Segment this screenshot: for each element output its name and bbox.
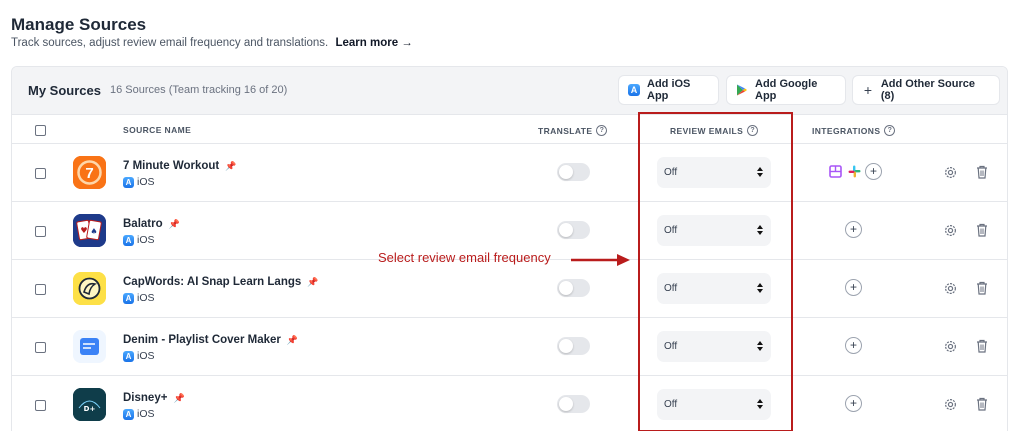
- add-integration-button[interactable]: +: [845, 337, 862, 354]
- add-integration-button[interactable]: +: [845, 221, 862, 238]
- platform-label: iOS: [137, 408, 155, 420]
- app-icon-balatro: ♥ ♠: [73, 214, 106, 247]
- help-icon[interactable]: ?: [596, 125, 608, 136]
- svg-text:♥: ♥: [80, 226, 87, 235]
- select-all-checkbox[interactable]: [35, 125, 46, 136]
- app-icon-disney-plus: D+: [73, 388, 106, 421]
- platform-label: iOS: [137, 234, 155, 246]
- table-row: CapWords: AI Snap Learn Langs 📌 A iOS Of…: [12, 259, 1007, 317]
- gear-icon[interactable]: [943, 281, 958, 296]
- platform-badge: A iOS: [123, 350, 155, 362]
- translate-toggle[interactable]: [557, 337, 590, 355]
- table-row: D+ Disney+ 📌 A iOS Off +: [12, 375, 1007, 431]
- app-store-icon: A: [628, 84, 640, 96]
- add-ios-app-button[interactable]: A Add iOS App: [618, 75, 719, 105]
- plus-icon: +: [863, 82, 873, 98]
- card-header: My Sources 16 Sources (Team tracking 16 …: [12, 67, 1007, 115]
- platform-label: iOS: [137, 176, 155, 188]
- page-title: Manage Sources: [11, 15, 147, 34]
- pin-icon[interactable]: 📌: [307, 277, 318, 288]
- row-checkbox[interactable]: [35, 226, 46, 237]
- add-ios-label: Add iOS App: [647, 78, 691, 102]
- pin-icon[interactable]: 📌: [169, 219, 180, 230]
- platform-label: iOS: [137, 292, 155, 304]
- add-integration-button[interactable]: +: [865, 163, 882, 180]
- page-subtitle: Track sources, adjust review email frequ…: [11, 37, 413, 49]
- column-translate: TRANSLATE ?: [538, 125, 608, 136]
- app-store-icon: A: [123, 408, 134, 420]
- pin-icon[interactable]: 📌: [287, 335, 298, 346]
- table-row: Denim - Playlist Cover Maker 📌 A iOS Off…: [12, 317, 1007, 375]
- annotation-text: Select review email frequency: [378, 250, 551, 265]
- trash-icon[interactable]: [976, 397, 988, 411]
- source-name-text: 7 Minute Workout: [123, 160, 220, 172]
- app-store-icon: A: [123, 350, 134, 362]
- gear-icon[interactable]: [943, 165, 958, 180]
- app-store-icon: A: [123, 176, 134, 188]
- source-name[interactable]: Disney+ 📌: [123, 392, 185, 404]
- source-name-text: Disney+: [123, 392, 168, 404]
- translate-toggle[interactable]: [557, 163, 590, 181]
- pin-icon[interactable]: 📌: [173, 393, 184, 404]
- source-name[interactable]: 7 Minute Workout 📌: [123, 160, 236, 172]
- add-google-app-button[interactable]: Add Google App: [726, 75, 846, 105]
- review-emails-highlight: [638, 112, 793, 431]
- platform-badge: A iOS: [123, 176, 155, 188]
- app-store-icon: A: [123, 292, 134, 304]
- source-name[interactable]: Denim - Playlist Cover Maker 📌: [123, 334, 298, 346]
- card-title: My Sources: [28, 83, 101, 98]
- add-other-label: Add Other Source (8): [880, 78, 975, 102]
- gear-icon[interactable]: [943, 397, 958, 412]
- gear-icon[interactable]: [943, 223, 958, 238]
- source-name[interactable]: CapWords: AI Snap Learn Langs 📌: [123, 276, 319, 288]
- google-play-icon: [736, 84, 748, 96]
- app-icon-capwords: [73, 272, 106, 305]
- row-checkbox[interactable]: [35, 342, 46, 353]
- subtitle-text: Track sources, adjust review email frequ…: [11, 37, 329, 49]
- trash-icon[interactable]: [976, 223, 988, 237]
- trash-icon[interactable]: [976, 165, 988, 179]
- row-checkbox[interactable]: [35, 400, 46, 411]
- svg-text:♠: ♠: [90, 227, 97, 236]
- svg-text:7: 7: [85, 165, 93, 182]
- help-icon[interactable]: ?: [884, 125, 896, 136]
- pin-icon[interactable]: 📌: [225, 161, 236, 172]
- add-google-label: Add Google App: [755, 78, 818, 102]
- translate-toggle[interactable]: [557, 221, 590, 239]
- source-name-header: SOURCE NAME: [123, 125, 192, 135]
- source-name-text: Denim - Playlist Cover Maker: [123, 334, 281, 346]
- notion-icon[interactable]: [829, 165, 842, 178]
- learn-more-link[interactable]: Learn more →: [335, 37, 412, 49]
- row-checkbox[interactable]: [35, 168, 46, 179]
- row-checkbox[interactable]: [35, 284, 46, 295]
- source-name-text: Balatro: [123, 218, 163, 230]
- add-integration-button[interactable]: +: [845, 395, 862, 412]
- annotation-arrow-icon: [571, 254, 630, 266]
- source-name-text: CapWords: AI Snap Learn Langs: [123, 276, 302, 288]
- platform-badge: A iOS: [123, 234, 155, 246]
- app-icon-denim: [73, 330, 106, 363]
- slack-icon[interactable]: [848, 165, 861, 178]
- integrations-header: INTEGRATIONS: [812, 125, 881, 136]
- trash-icon[interactable]: [976, 339, 988, 353]
- gear-icon[interactable]: [943, 339, 958, 354]
- platform-badge: A iOS: [123, 408, 155, 420]
- source-name[interactable]: Balatro 📌: [123, 218, 180, 230]
- column-source-name: SOURCE NAME: [123, 125, 191, 135]
- translate-toggle[interactable]: [557, 395, 590, 413]
- app-store-icon: A: [123, 234, 134, 246]
- add-integration-button[interactable]: +: [845, 279, 862, 296]
- translate-header: TRANSLATE: [538, 125, 593, 136]
- svg-text:D+: D+: [84, 405, 96, 413]
- platform-badge: A iOS: [123, 292, 155, 304]
- sources-card: My Sources 16 Sources (Team tracking 16 …: [11, 66, 1008, 431]
- column-integrations: INTEGRATIONS ?: [812, 125, 896, 136]
- app-icon-7-minute-workout: 7: [73, 156, 106, 189]
- add-other-source-button[interactable]: + Add Other Source (8): [852, 75, 1000, 105]
- trash-icon[interactable]: [976, 281, 988, 295]
- platform-label: iOS: [137, 350, 155, 362]
- table-row: 7 7 Minute Workout 📌 A iOS Off +: [12, 143, 1007, 201]
- source-count: 16 Sources (Team tracking 16 of 20): [110, 84, 288, 96]
- translate-toggle[interactable]: [557, 279, 590, 297]
